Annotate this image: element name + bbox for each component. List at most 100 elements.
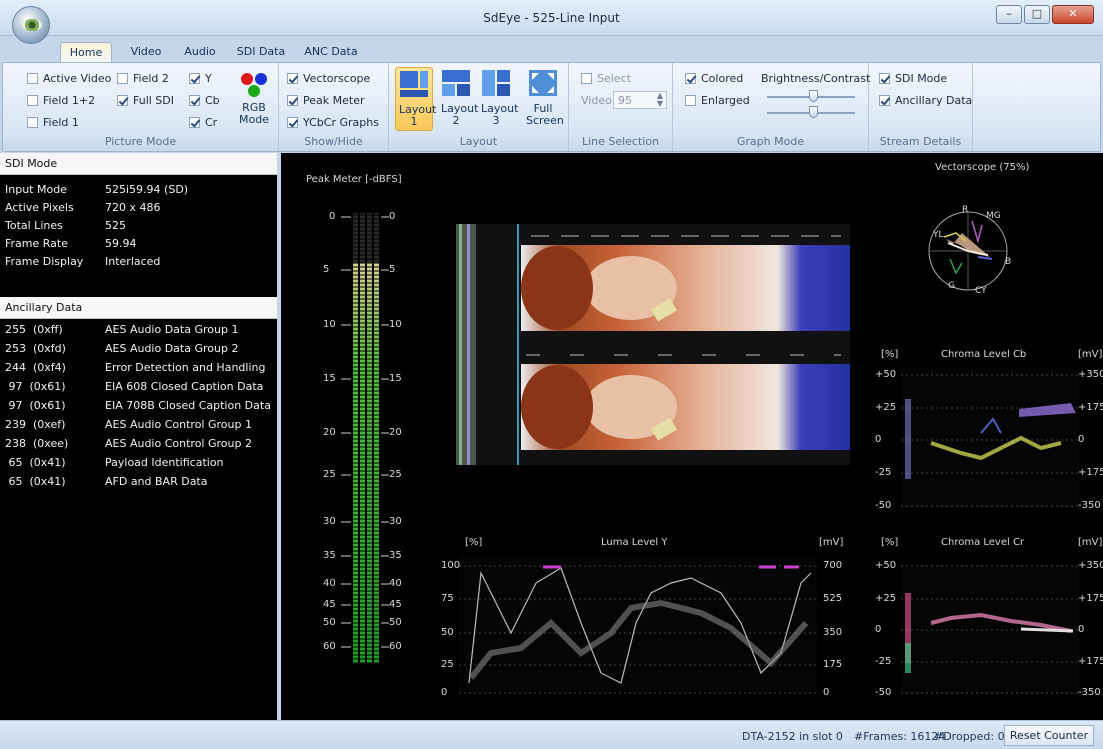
checkbox-label: Field 1+2 <box>43 94 96 107</box>
checkbox-box <box>581 73 592 84</box>
display-area: Peak Meter [-dBFS] 0 0 5 5 10 10 15 15 20 20 25 25 3… <box>281 153 1103 720</box>
peak-meter-scale-left: 35 <box>323 550 336 561</box>
sdi-mode-header: SDI Mode <box>0 153 277 175</box>
checkbox-field-1-2[interactable]: Field 1+2 <box>27 94 95 107</box>
axis-label-right: 0 <box>1078 434 1085 445</box>
ancillary-id: 97 (0x61) <box>5 380 66 393</box>
axis-label-left: +25 <box>875 593 897 604</box>
minimize-button[interactable]: – <box>996 5 1022 24</box>
checkbox-full-sdi[interactable]: Full SDI <box>117 94 174 107</box>
sdi-mode-value: 720 x 486 <box>105 201 161 214</box>
axis-label-left: -50 <box>875 500 892 511</box>
ancillary-id: 244 (0xf4) <box>5 361 66 374</box>
rgb-mode-button[interactable]: RGB Mode <box>233 71 275 126</box>
group-line-selection: Select Video 95 ▲ ▼ Line Selection <box>569 63 673 151</box>
layout-3-button[interactable]: Layout 3 <box>477 69 518 127</box>
peak-meter-scale-right: 30 <box>389 516 402 527</box>
checkbox-label: Cr <box>205 116 218 129</box>
ancillary-desc: AES Audio Control Group 2 <box>105 437 252 450</box>
eye-icon <box>22 19 42 31</box>
peak-meter-scale-left: 45 <box>323 599 336 610</box>
checkbox-box <box>287 95 298 106</box>
axis-label-left: 0 <box>441 687 448 698</box>
sdi-mode-key: Frame Rate <box>5 237 68 250</box>
group-graph-mode: Colored Enlarged Brightness/Contrast Gra… <box>673 63 871 151</box>
peak-meter-scale-left: 30 <box>323 516 336 527</box>
axis-label-right: 700 <box>823 560 843 571</box>
sdi-mode-value: Interlaced <box>105 255 161 268</box>
video-preview <box>456 224 850 465</box>
checkbox-label: Vectorscope <box>303 72 371 85</box>
vectorscope-graphic <box>928 211 1008 291</box>
ancillary-desc: EIA 608 Closed Caption Data <box>105 380 264 393</box>
reset-counter-button[interactable]: Reset Counter <box>1004 725 1094 746</box>
checkbox-colored[interactable]: Colored <box>685 72 743 85</box>
checkbox-box <box>685 95 696 106</box>
checkbox-y[interactable]: Y <box>189 72 212 85</box>
display-graphics <box>341 211 1079 695</box>
layout-label: Layout 2 <box>441 102 479 127</box>
peak-meter-scale-right: 40 <box>389 578 402 589</box>
tab-home[interactable]: Home <box>60 42 112 63</box>
full-screen-button[interactable]: Full Screen <box>523 69 564 127</box>
layout-1-button[interactable]: Layout 1 <box>395 67 437 131</box>
peak-meter-scale-right: 15 <box>389 373 402 384</box>
contrast-slider-thumb[interactable] <box>809 106 818 118</box>
axis-label-right: +175 <box>1078 402 1103 413</box>
checkbox-label: Active Video <box>43 72 112 85</box>
cr-title: Chroma Level Cr <box>941 537 1025 548</box>
checkbox-vectorscope[interactable]: Vectorscope <box>287 72 370 85</box>
spinner-arrows-icon[interactable]: ▲ ▼ <box>657 92 663 108</box>
ancillary-id: 239 (0xef) <box>5 418 66 431</box>
peak-meter-scale-left: 15 <box>323 373 336 384</box>
checkbox-box <box>189 117 200 128</box>
peak-meter-scale-left: 0 <box>329 211 336 222</box>
app-menu-button[interactable] <box>12 6 50 44</box>
checkbox-cb[interactable]: Cb <box>189 94 220 107</box>
layout-3-icon <box>482 70 510 96</box>
tab-anc-data[interactable]: ANC Data <box>300 42 362 63</box>
vectorscope-target-mg: MG <box>986 211 1001 221</box>
checkbox-cr[interactable]: Cr <box>189 116 217 129</box>
layout-2-button[interactable]: Layout 2 <box>437 69 479 127</box>
layout-label: Layout 1 <box>399 103 437 128</box>
axis-label-left: -50 <box>875 687 892 698</box>
peak-meter-scale-left: 10 <box>323 319 336 330</box>
tab-sdi-data[interactable]: SDI Data <box>232 42 290 63</box>
checkbox-enlarged[interactable]: Enlarged <box>685 94 750 107</box>
brightness-slider-thumb[interactable] <box>809 90 818 102</box>
maximize-button[interactable]: □ <box>1024 5 1050 24</box>
checkbox-label: SDI Mode <box>895 72 948 85</box>
checkbox-active-video[interactable]: Active Video <box>27 72 111 85</box>
checkbox-field-2[interactable]: Field 2 <box>117 72 169 85</box>
axis-label-left: 0 <box>875 624 882 635</box>
video-line-spinner[interactable]: 95 ▲ ▼ <box>613 91 667 109</box>
axis-label-left: 25 <box>441 659 454 670</box>
luma-plot <box>459 555 817 694</box>
checkbox-ycbcr-graphs[interactable]: YCbCr Graphs <box>287 116 379 129</box>
cb-unit-right: [mV] <box>1078 349 1103 360</box>
brightness-contrast-label: Brightness/Contrast <box>761 72 871 85</box>
group-show-hide: Vectorscope Peak Meter YCbCr Graphs Show… <box>279 63 389 151</box>
checkbox-select[interactable]: Select <box>581 72 631 85</box>
luma-unit-right: [mV] <box>819 537 844 548</box>
axis-label-right: 0 <box>823 687 830 698</box>
checkbox-box <box>189 73 200 84</box>
ancillary-desc: EIA 708B Closed Caption Data <box>105 399 271 412</box>
peak-meter-scale-left: 60 <box>323 641 336 652</box>
ancillary-desc: Payload Identification <box>105 456 224 469</box>
group-picture-mode: Active Video Field 1+2 Field 1 Field 2 F… <box>3 63 279 151</box>
ancillary-id: 238 (0xee) <box>5 437 69 450</box>
ancillary-desc: AES Audio Data Group 2 <box>105 342 239 355</box>
axis-label-right: +175 <box>1078 467 1103 478</box>
tab-audio[interactable]: Audio <box>178 42 222 63</box>
status-frames: #Frames: 16124 <box>854 730 946 743</box>
checkbox-field-1[interactable]: Field 1 <box>27 116 79 129</box>
checkbox-sdi-mode[interactable]: SDI Mode <box>879 72 947 85</box>
close-button[interactable]: ✕ <box>1052 5 1094 24</box>
checkbox-peak-meter[interactable]: Peak Meter <box>287 94 364 107</box>
rgb-mode-label: RGB Mode <box>239 101 269 126</box>
tab-video[interactable]: Video <box>126 42 166 63</box>
checkbox-ancillary-data[interactable]: Ancillary Data <box>879 94 972 107</box>
checkbox-box <box>117 95 128 106</box>
